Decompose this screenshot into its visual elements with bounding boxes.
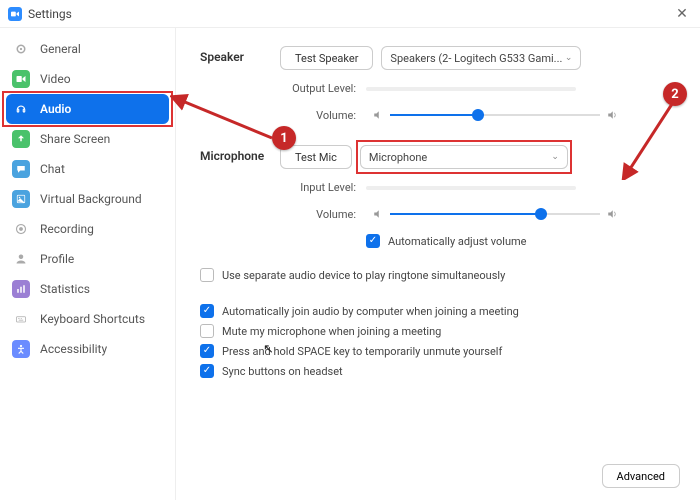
volume-high-icon: [606, 208, 618, 220]
sidebar-item-label: Audio: [40, 102, 71, 116]
chevron-down-icon: ⌄: [565, 53, 573, 63]
sidebar-item-profile[interactable]: Profile: [0, 244, 175, 274]
sidebar-item-label: Video: [40, 72, 71, 86]
sidebar-item-share[interactable]: Share Screen: [0, 124, 175, 154]
sidebar-item-label: Recording: [40, 222, 94, 236]
auto-adjust-checkbox[interactable]: [366, 234, 380, 248]
mic-volume-slider[interactable]: [390, 206, 600, 222]
close-icon[interactable]: ✕: [672, 6, 692, 22]
mic-heading: Microphone: [200, 145, 280, 254]
volume-high-icon: [606, 109, 618, 121]
sidebar-item-label: Share Screen: [40, 132, 110, 146]
sidebar-item-label: Statistics: [40, 282, 90, 296]
volume-low-icon: [372, 208, 384, 220]
mic-volume-label: Volume:: [280, 208, 356, 221]
speaker-volume-label: Volume:: [280, 109, 356, 122]
sidebar-item-label: Chat: [40, 162, 65, 176]
space-unmute-checkbox[interactable]: [200, 344, 214, 358]
app-icon: [8, 7, 22, 21]
speaker-heading: Speaker: [200, 46, 280, 135]
output-meter: [366, 87, 576, 91]
test-mic-button[interactable]: Test Mic: [280, 145, 352, 169]
sidebar: General Video Audio Share Screen Chat Vi…: [0, 28, 176, 500]
sidebar-item-video[interactable]: Video: [0, 64, 175, 94]
speaker-volume-slider[interactable]: [390, 107, 600, 123]
sidebar-item-vbg[interactable]: Virtual Background: [0, 184, 175, 214]
sidebar-item-label: Virtual Background: [40, 192, 142, 206]
sidebar-item-label: Keyboard Shortcuts: [40, 312, 145, 326]
volume-low-icon: [372, 109, 384, 121]
mic-device-select[interactable]: Microphone⌄: [360, 145, 568, 169]
auto-join-audio-checkbox[interactable]: [200, 304, 214, 318]
sidebar-item-recording[interactable]: Recording: [0, 214, 175, 244]
sidebar-item-chat[interactable]: Chat: [0, 154, 175, 184]
sidebar-item-access[interactable]: Accessibility: [0, 334, 175, 364]
chevron-down-icon: ⌄: [551, 152, 559, 162]
sidebar-item-stats[interactable]: Statistics: [0, 274, 175, 304]
input-level-label: Input Level:: [280, 181, 356, 194]
sidebar-item-kbd[interactable]: Keyboard Shortcuts: [0, 304, 175, 334]
sidebar-item-audio[interactable]: Audio: [6, 94, 169, 124]
sidebar-item-general[interactable]: General: [0, 34, 175, 64]
output-level-label: Output Level:: [280, 82, 356, 95]
test-speaker-button[interactable]: Test Speaker: [280, 46, 373, 70]
window-title: Settings: [28, 7, 72, 21]
main-panel: Speaker Test Speaker Speakers (2- Logite…: [176, 28, 700, 500]
titlebar: Settings ✕: [0, 0, 700, 28]
input-meter: [366, 186, 576, 190]
sync-headset-checkbox[interactable]: [200, 364, 214, 378]
mute-on-join-checkbox[interactable]: [200, 324, 214, 338]
sidebar-item-label: Accessibility: [40, 342, 107, 356]
speaker-device-select[interactable]: Speakers (2- Logitech G533 Gami...⌄: [381, 46, 581, 70]
separate-ringtone-checkbox[interactable]: [200, 268, 214, 282]
advanced-button[interactable]: Advanced: [602, 464, 680, 488]
sidebar-item-label: General: [40, 42, 81, 56]
sidebar-item-label: Profile: [40, 252, 74, 266]
